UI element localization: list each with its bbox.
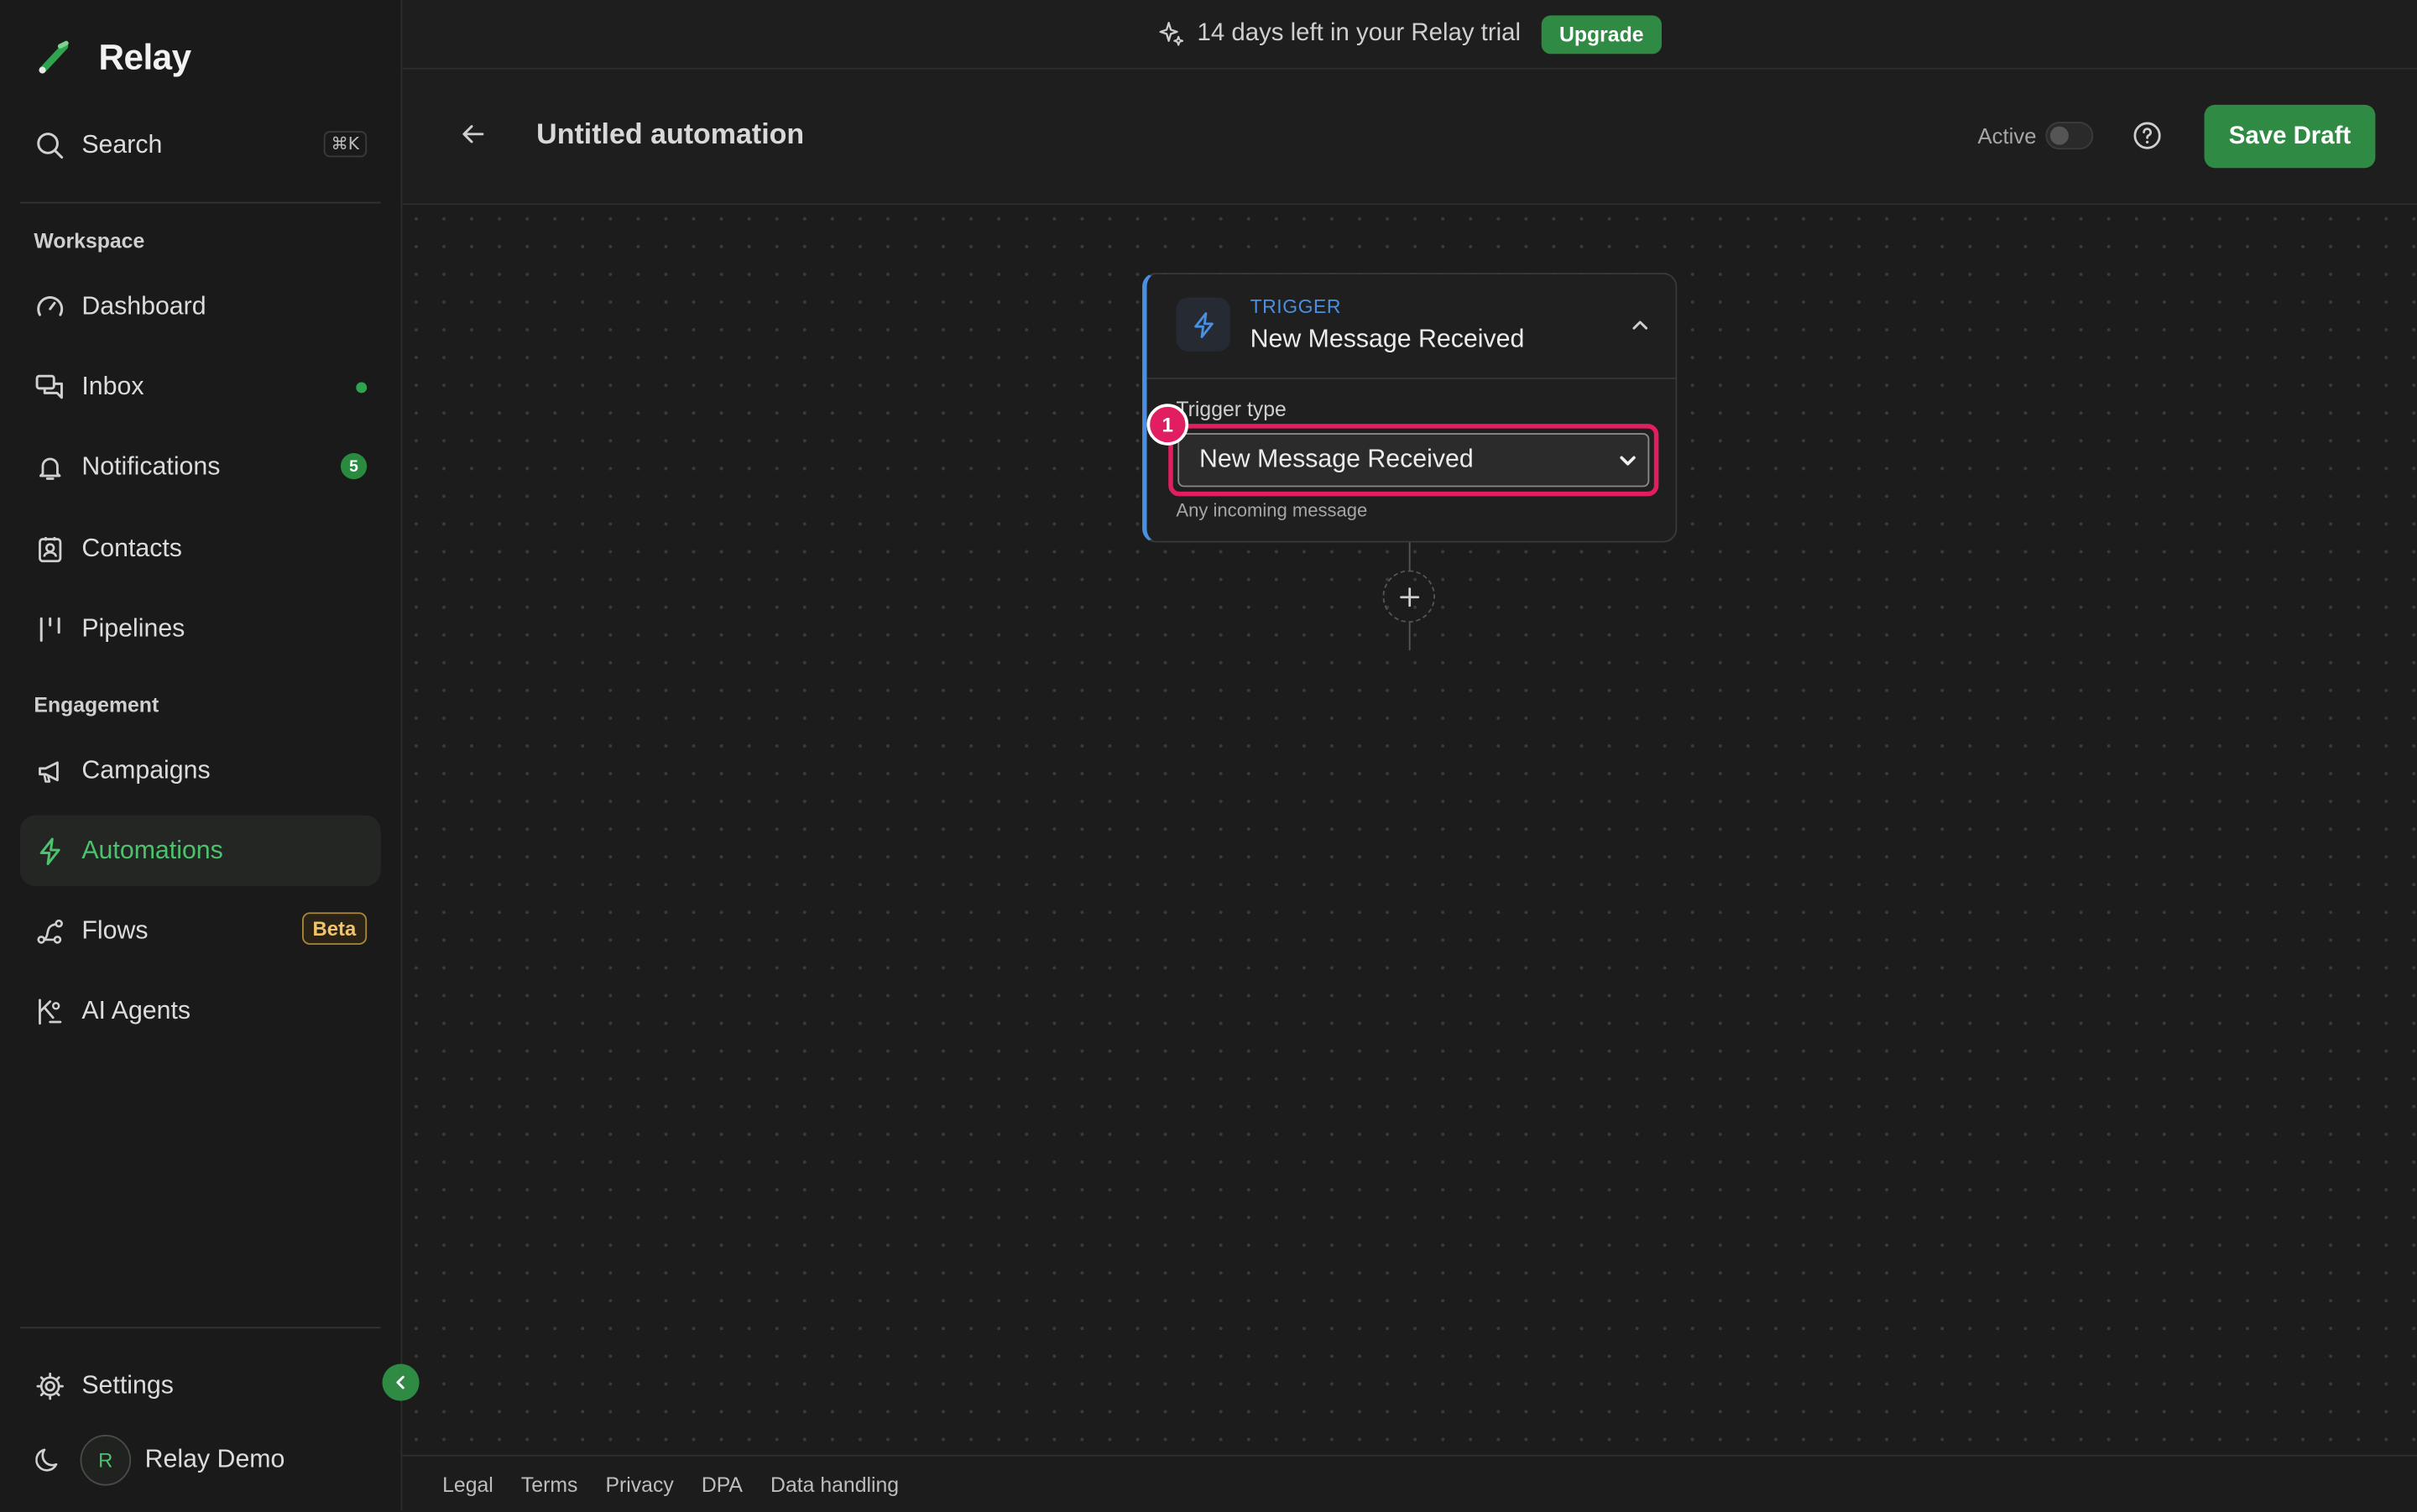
sidebar-item-label: Dashboard [81, 292, 206, 321]
trial-banner: 14 days left in your Relay trial Upgrade [402, 0, 2417, 70]
footer-link-data-handling[interactable]: Data handling [770, 1473, 899, 1496]
search-shortcut: ⌘K [323, 131, 368, 158]
back-button[interactable] [458, 118, 489, 149]
bell-icon [34, 451, 65, 482]
sidebar-divider [19, 1327, 381, 1329]
arrow-left-icon [462, 125, 484, 143]
sidebar-item-pipelines[interactable]: Pipelines [20, 593, 381, 664]
footer: Legal Terms Privacy DPA Data handling [402, 1454, 2417, 1512]
sidebar-item-ai-agents[interactable]: AI Agents [20, 976, 381, 1046]
flow-nodes-icon [34, 915, 65, 946]
trigger-name: New Message Received [1250, 325, 1525, 353]
trigger-type-label: Trigger type [1176, 397, 1287, 421]
sidebar-item-label: Settings [81, 1370, 174, 1399]
active-label: Active [1977, 123, 2037, 149]
sidebar-item-label: Campaigns [81, 755, 211, 784]
avatar[interactable]: R [80, 1434, 132, 1485]
collapse-sidebar-button[interactable] [382, 1363, 420, 1401]
trial-text: 14 days left in your Relay trial [1197, 19, 1522, 47]
brand-name: Relay [98, 36, 192, 76]
sparkles-icon [1158, 22, 1183, 46]
active-toggle[interactable] [2045, 122, 2094, 150]
user-row: R Relay Demo [20, 1424, 381, 1494]
search-label: Search [81, 130, 163, 159]
relay-logo-icon [39, 40, 69, 74]
help-icon[interactable] [2132, 120, 2163, 151]
megaphone-icon [34, 755, 65, 786]
sidebar-divider [19, 201, 381, 204]
user-name[interactable]: Relay Demo [145, 1445, 285, 1474]
sidebar-item-label: AI Agents [81, 996, 191, 1025]
sidebar: Relay Search ⌘K Workspace Dashboard Inbo… [0, 0, 403, 1511]
sidebar-item-label: Automations [81, 836, 223, 864]
trigger-type-value: New Message Received [1198, 445, 1474, 473]
trigger-type-highlight: New Message Received [1168, 424, 1659, 497]
add-step-button[interactable] [1382, 570, 1436, 623]
notifications-count-badge: 5 [340, 453, 368, 480]
sidebar-item-contacts[interactable]: Contacts [20, 514, 381, 584]
sidebar-item-label: Inbox [81, 372, 144, 400]
app-root: Relay Search ⌘K Workspace Dashboard Inbo… [0, 0, 2417, 1512]
upgrade-button[interactable]: Upgrade [1540, 14, 1663, 54]
step-marker-badge: 1 [1146, 404, 1189, 446]
sidebar-item-notifications[interactable]: Notifications 5 [20, 431, 381, 502]
lightning-icon [34, 836, 65, 867]
save-draft-button[interactable]: Save Draft [2204, 104, 2376, 169]
beta-badge: Beta [301, 912, 368, 945]
gauge-icon [34, 291, 65, 322]
lightning-icon [1176, 297, 1230, 352]
pipeline-columns-icon [34, 613, 65, 644]
sidebar-item-label: Contacts [81, 534, 182, 562]
moon-icon[interactable] [34, 1444, 65, 1475]
plus-icon [1399, 587, 1419, 607]
connector-line [1408, 542, 1411, 571]
chat-bubbles-icon [34, 372, 65, 403]
section-engagement: Engagement [34, 693, 159, 717]
unread-dot [356, 382, 368, 394]
trigger-kicker: TRIGGER [1250, 295, 1342, 318]
chevron-up-icon[interactable] [1629, 315, 1651, 336]
sidebar-item-flows[interactable]: Flows Beta [20, 895, 381, 966]
connector-line [1408, 623, 1411, 651]
footer-link-legal[interactable]: Legal [442, 1473, 493, 1496]
page-title[interactable]: Untitled automation [536, 117, 804, 151]
section-workspace: Workspace [34, 229, 145, 253]
sidebar-item-inbox[interactable]: Inbox [20, 352, 381, 422]
trigger-type-select[interactable]: New Message Received [1177, 433, 1650, 487]
sidebar-item-label: Pipelines [81, 613, 185, 643]
trigger-card-header[interactable]: TRIGGER New Message Received [1146, 274, 1676, 379]
sidebar-item-label: Notifications [81, 452, 221, 481]
chevron-down-icon [1620, 456, 1636, 466]
contact-card-icon [34, 534, 65, 565]
sidebar-item-automations[interactable]: Automations [19, 815, 381, 887]
gear-icon [34, 1370, 65, 1401]
brand[interactable]: Relay [34, 34, 191, 80]
automation-header: Untitled automation Active Save Draft [402, 69, 2417, 206]
chevron-left-icon [396, 1375, 405, 1389]
trigger-type-hint: Any incoming message [1176, 499, 1368, 521]
footer-link-dpa[interactable]: DPA [702, 1473, 743, 1496]
trigger-card[interactable]: TRIGGER New Message Received Trigger typ… [1142, 273, 1678, 543]
footer-link-terms[interactable]: Terms [521, 1473, 578, 1496]
footer-link-privacy[interactable]: Privacy [605, 1473, 673, 1496]
ai-agent-icon [34, 996, 65, 1027]
search-button[interactable]: Search ⌘K [20, 109, 381, 180]
sidebar-item-campaigns[interactable]: Campaigns [20, 735, 381, 806]
sidebar-item-label: Flows [81, 915, 149, 945]
sidebar-item-dashboard[interactable]: Dashboard [20, 271, 381, 342]
sidebar-item-settings[interactable]: Settings [20, 1350, 381, 1421]
search-icon [34, 129, 65, 160]
